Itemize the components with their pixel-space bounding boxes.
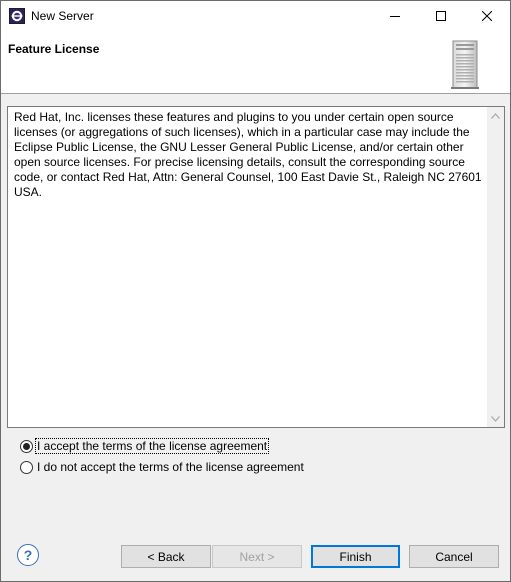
server-tower-icon — [451, 40, 479, 89]
accept-radio[interactable] — [20, 439, 33, 453]
close-button[interactable] — [464, 1, 510, 31]
window-title: New Server — [31, 9, 94, 23]
decline-label[interactable]: I do not accept the terms of the license… — [36, 460, 305, 474]
license-text-area[interactable]: Red Hat, Inc. licenses these features an… — [7, 106, 505, 428]
title-bar[interactable]: New Server — [1, 1, 510, 31]
minimize-button[interactable] — [372, 1, 418, 31]
accept-label[interactable]: I accept the terms of the license agreem… — [34, 438, 270, 454]
page-title: Feature License — [8, 42, 100, 56]
decline-license-option[interactable]: I do not accept the terms of the license… — [20, 458, 305, 476]
close-icon — [482, 11, 492, 21]
scroll-down-button[interactable] — [487, 410, 504, 427]
help-icon[interactable]: ? — [17, 544, 39, 566]
decline-radio[interactable] — [20, 460, 33, 474]
accept-license-option[interactable]: I accept the terms of the license agreem… — [20, 437, 270, 455]
wizard-banner: Feature License — [1, 31, 510, 94]
new-server-dialog: New Server Feature License Red Hat, Inc.… — [0, 0, 511, 582]
next-button[interactable]: Next > — [212, 545, 302, 568]
scroll-up-button[interactable] — [487, 107, 504, 124]
license-text: Red Hat, Inc. licenses these features an… — [14, 110, 482, 199]
chevron-down-icon — [491, 415, 500, 422]
maximize-icon — [436, 11, 446, 21]
maximize-button[interactable] — [418, 1, 464, 31]
chevron-up-icon — [491, 112, 500, 119]
vertical-scrollbar[interactable] — [487, 107, 504, 427]
minimize-icon — [390, 16, 400, 17]
finish-button[interactable]: Finish — [311, 545, 400, 568]
eclipse-app-icon — [9, 8, 25, 24]
cancel-button[interactable]: Cancel — [409, 545, 499, 568]
back-button[interactable]: < Back — [121, 545, 211, 568]
